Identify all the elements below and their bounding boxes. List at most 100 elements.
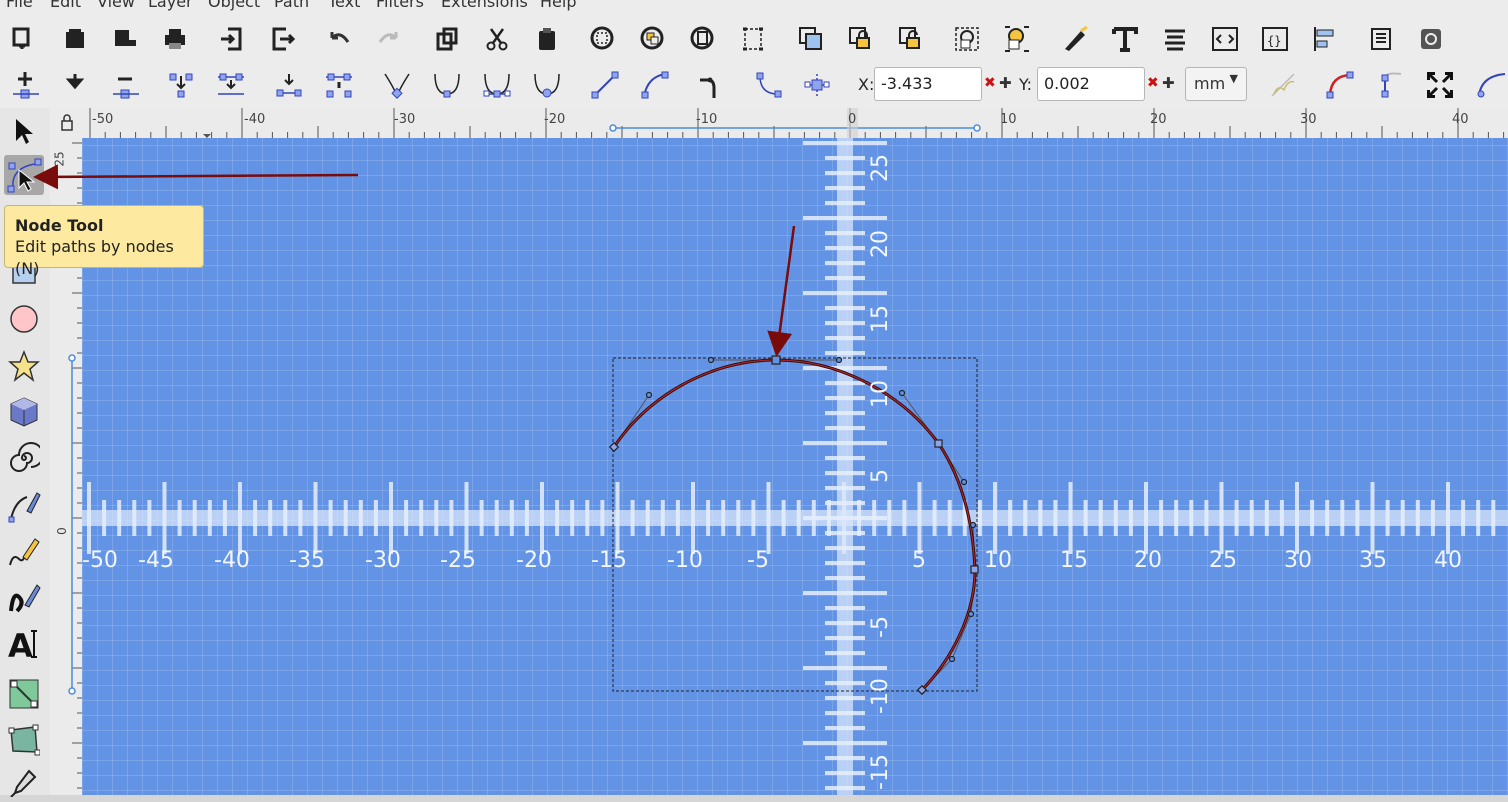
delete-node-icon[interactable] — [58, 68, 92, 102]
show-transform-handles-icon[interactable] — [1266, 68, 1300, 102]
stroke-to-path-icon[interactable] — [752, 68, 786, 102]
zoom-page-icon[interactable] — [686, 22, 720, 56]
x-axis-label: -25 — [440, 548, 476, 573]
fit-width-icon[interactable] — [736, 22, 770, 56]
menu-filters[interactable]: Filters — [376, 0, 424, 11]
remove-segment-icon[interactable] — [108, 68, 142, 102]
x-axis-label: -20 — [516, 548, 552, 573]
cut-icon[interactable] — [480, 22, 514, 56]
open-recent-icon[interactable] — [108, 22, 142, 56]
y-axis-label: -5 — [868, 616, 893, 638]
break-path-icon[interactable] — [272, 68, 306, 102]
mesh-tool-icon[interactable] — [4, 720, 44, 760]
join-nodes-icon[interactable] — [164, 68, 198, 102]
commands-toolbar: {} — [0, 14, 1508, 64]
group-icon[interactable] — [950, 22, 984, 56]
paste-icon[interactable] — [530, 22, 564, 56]
menu-help[interactable]: Help — [540, 0, 576, 11]
ellipse-tool-icon[interactable] — [4, 299, 44, 339]
zoom-selection-icon[interactable] — [586, 22, 620, 56]
xml-editor-icon[interactable] — [1208, 22, 1242, 56]
make-line-icon[interactable] — [588, 68, 622, 102]
spiral-tool-icon[interactable] — [4, 438, 44, 478]
x-increment-icon[interactable]: ✚ — [999, 74, 1012, 92]
make-curve-icon[interactable] — [638, 68, 672, 102]
svg-text:A: A — [8, 627, 33, 661]
export-icon[interactable] — [266, 22, 300, 56]
ruler-lock-corner[interactable] — [50, 108, 82, 138]
delete-segment-icon[interactable] — [322, 68, 356, 102]
ruler-label: 40 — [1452, 112, 1469, 127]
make-smooth-icon[interactable] — [430, 68, 464, 102]
x-coordinate-field[interactable]: -3.433 — [874, 67, 982, 101]
horizontal-ruler[interactable]: -50 -40 -30 -20 -10 0 10 20 30 40 — [82, 108, 1508, 139]
menu-object[interactable]: Object — [208, 0, 260, 11]
y-clear-icon[interactable]: ✖ — [1147, 75, 1159, 91]
selection-start-marker — [609, 124, 617, 132]
star-tool-icon[interactable] — [4, 346, 44, 386]
calligraphy-tool-icon[interactable] — [4, 578, 44, 618]
menu-path[interactable]: Path — [274, 0, 309, 11]
object-to-path-icon[interactable] — [694, 68, 728, 102]
x-axis-label: -40 — [214, 548, 250, 573]
raise-icon[interactable] — [794, 22, 828, 56]
document-properties-icon[interactable] — [1364, 22, 1398, 56]
lock-icon[interactable] — [844, 22, 878, 56]
css-editor-icon[interactable]: {} — [1258, 22, 1292, 56]
selector-tool-icon[interactable] — [4, 111, 44, 151]
ruler-label: 20 — [1150, 112, 1167, 127]
make-auto-smooth-icon[interactable] — [530, 68, 564, 102]
x-clear-icon[interactable]: ✖ — [984, 75, 996, 91]
spiro-icon[interactable] — [1474, 68, 1508, 102]
dropper-tool-icon[interactable] — [4, 762, 44, 802]
align-text-icon[interactable] — [1158, 22, 1192, 56]
menu-file[interactable]: File — [6, 0, 33, 11]
y-increment-icon[interactable]: ✚ — [1162, 74, 1175, 92]
make-symmetric-icon[interactable] — [480, 68, 514, 102]
y-coordinate-field[interactable]: 0.002 — [1037, 67, 1145, 101]
undo-icon[interactable] — [322, 22, 356, 56]
tooltip-description: Edit paths by nodes (N) — [15, 237, 174, 278]
x-axis-label: -15 — [591, 548, 627, 573]
path-effects-icon[interactable] — [800, 68, 834, 102]
menu-layer[interactable]: Layer — [148, 0, 193, 11]
join-segment-icon[interactable] — [214, 68, 248, 102]
zoom-drawing-icon[interactable] — [636, 22, 670, 56]
pen-tool-icon[interactable] — [4, 486, 44, 526]
unit-value: mm — [1194, 74, 1226, 93]
duplicate-icon[interactable] — [430, 22, 464, 56]
menu-edit[interactable]: Edit — [50, 0, 81, 11]
box3d-tool-icon[interactable] — [4, 392, 44, 432]
show-outline-icon[interactable] — [1373, 68, 1407, 102]
menu-text[interactable]: Text — [328, 0, 360, 11]
new-document-icon[interactable] — [6, 22, 40, 56]
node-tool-tooltip: Node Tool Edit paths by nodes (N) — [4, 205, 204, 278]
text-tool-icon[interactable]: A — [4, 624, 44, 664]
gradient-tool-icon[interactable] — [4, 674, 44, 714]
zoom-fit-icon[interactable] — [1423, 68, 1457, 102]
fill-stroke-icon[interactable] — [1058, 22, 1092, 56]
drawing-canvas[interactable]: -50 -45 -40 -35 -30 -25 -20 -15 -10 -5 5 10 15 20 25 30… — [82, 138, 1508, 795]
menu-view[interactable]: View — [97, 0, 135, 11]
unlock-icon[interactable] — [894, 22, 928, 56]
print-icon[interactable] — [158, 22, 192, 56]
align-distribute-icon[interactable] — [1308, 22, 1342, 56]
show-bezier-handles-icon[interactable] — [1323, 68, 1357, 102]
unit-dropdown[interactable]: mm ▼ — [1185, 67, 1247, 101]
make-cusp-icon[interactable] — [380, 68, 414, 102]
menu-extensions[interactable]: Extensions — [441, 0, 528, 11]
pencil-tool-icon[interactable] — [4, 532, 44, 572]
open-icon[interactable] — [58, 22, 92, 56]
preferences-icon[interactable] — [1414, 22, 1448, 56]
import-icon[interactable] — [214, 22, 248, 56]
ungroup-icon[interactable] — [1000, 22, 1034, 56]
insert-node-icon[interactable] — [8, 68, 42, 102]
y-axis-label: 15 — [868, 305, 893, 333]
redo-icon[interactable] — [372, 22, 406, 56]
x-axis-label: 40 — [1434, 548, 1462, 573]
text-font-icon[interactable] — [1108, 22, 1142, 56]
y-label: Y: — [1019, 75, 1033, 94]
svg-text:{}: {} — [1267, 34, 1281, 48]
ruler-label: -10 — [696, 112, 718, 127]
node-tool-icon[interactable] — [4, 155, 44, 195]
